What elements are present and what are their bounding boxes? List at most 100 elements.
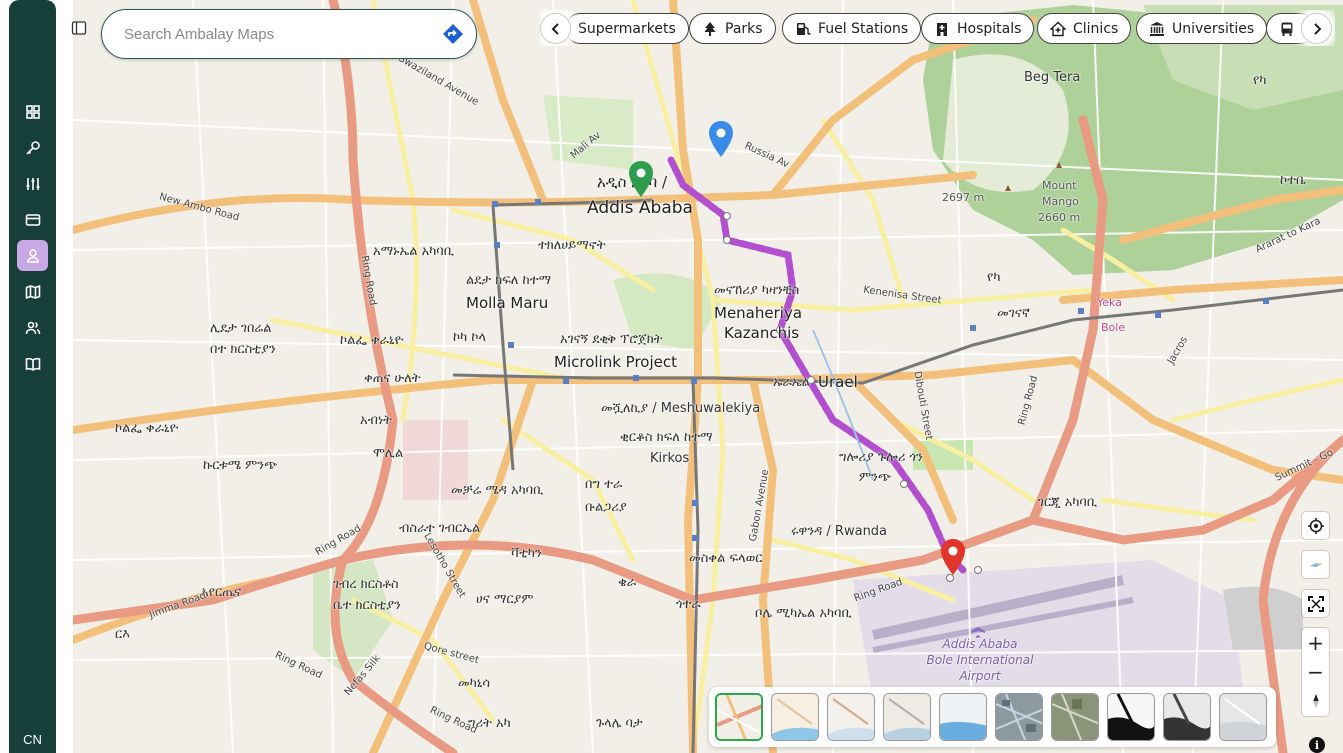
map-label-menged: ግሎሪያ ጉሎሪ ጎን — [839, 450, 923, 465]
map-label-yeka: Yeka — [1097, 296, 1122, 309]
map-label-mekanisa: መቻሬ ሜዳ አካባቢ — [451, 483, 544, 498]
layer-satellite-thumb — [996, 694, 1042, 740]
grid-icon — [25, 104, 40, 119]
sidebar-item-docs[interactable] — [17, 348, 48, 379]
map-label-mount: Mount — [1042, 179, 1077, 192]
map-label-ye: የካ — [1253, 73, 1267, 88]
map-label-amanuel: አማኑኤል አካባቢ — [373, 244, 454, 259]
layer-hybrid-thumb — [1052, 694, 1098, 740]
map-label-meskel: መስቀል ፍላወር — [689, 551, 763, 566]
map-label-molel: ሞሊል — [373, 446, 404, 461]
map-label-bole-michael: ቦሌ ሚካኤል አካባቢ — [755, 606, 852, 621]
layer-hybrid[interactable] — [1051, 693, 1099, 741]
map-label-kazanchis: Kazanchis — [724, 324, 800, 342]
attribution-info-button[interactable]: i — [1309, 737, 1325, 753]
layer-satellite[interactable] — [995, 693, 1043, 741]
map-label-menged2: ምንጭ — [859, 470, 892, 485]
reset-north-button[interactable] — [1302, 686, 1329, 715]
layer-minimal[interactable] — [1219, 693, 1267, 741]
sidebar-item-keys[interactable] — [17, 132, 48, 163]
map-label-koka: ኮካ ኮላ — [453, 330, 487, 345]
map-label-airport-3: Airport — [959, 669, 1001, 683]
chip-supermarkets[interactable]: Supermarkets — [565, 13, 689, 44]
sidebar-item-maps[interactable] — [17, 240, 48, 271]
map-label-menaheriya-am: መናኸሪያ ካዛንቺስ — [714, 283, 800, 298]
language-label[interactable]: CN — [9, 732, 56, 747]
map-label-elev-mango: 2660 m — [1038, 211, 1081, 224]
map-label-kera: ቄራ — [618, 575, 637, 590]
layer-standard[interactable] — [715, 693, 763, 741]
map-label-lideta: ሊደታ ገበሬል — [210, 321, 272, 336]
card-icon — [25, 213, 40, 226]
basemap-switcher — [709, 687, 1276, 747]
map-label-elev-peak: 2697 m — [942, 191, 985, 204]
layer-dark-gray[interactable] — [1163, 693, 1211, 741]
layer-pastel-thumb — [884, 694, 930, 740]
layer-dark[interactable] — [1107, 693, 1155, 741]
compass-button[interactable] — [1302, 551, 1329, 578]
map-label-urael: Urael — [818, 373, 858, 391]
map-icon — [25, 284, 40, 299]
chips-prev-button[interactable] — [540, 13, 571, 44]
sidebar-item-settings[interactable] — [17, 168, 48, 199]
sidebar-item-map[interactable] — [17, 276, 48, 307]
map-label-airport-1: Addis Ababa — [942, 637, 1018, 651]
airport-icon — [971, 621, 985, 638]
map-label-megenagna: መገናኛ — [997, 306, 1030, 321]
layer-dark-gray-thumb — [1164, 694, 1210, 740]
destination-marker-icon[interactable] — [939, 538, 967, 576]
chip-universities[interactable]: Universities — [1136, 13, 1268, 44]
layer-standard-thumb — [717, 695, 761, 739]
chip-supermarkets-label: Supermarkets — [578, 20, 676, 37]
fullscreen-icon — [1307, 595, 1324, 612]
sidebar-item-billing[interactable] — [17, 204, 48, 235]
map-label-kolfe: ኮልፌ ቀራኒዮ — [340, 333, 404, 348]
layer-grayscale[interactable] — [827, 693, 875, 741]
map-label-gofa: በግ ተራ — [585, 477, 623, 492]
search-input[interactable] — [122, 24, 442, 44]
layer-ocean-thumb — [940, 694, 986, 740]
compass-icon — [1309, 562, 1322, 567]
map-label-kolfe2: ኮልፌ ቀራኒዮ — [115, 421, 179, 436]
sidebar-item-dashboard[interactable] — [17, 96, 48, 127]
start-marker-icon[interactable] — [627, 160, 655, 198]
chip-clinics[interactable]: Clinics — [1037, 13, 1132, 44]
map-label-rwanda: ሩዋንዳ / Rwanda — [791, 524, 888, 539]
chip-hospitals[interactable]: Hospitals — [921, 13, 1035, 44]
chip-clinics-label: Clinics — [1073, 20, 1119, 37]
map-label-lideta-am: ልደታ ክፍለ ከተማ — [466, 273, 552, 288]
map-label-bank: ቤተ ክርስቲያን — [333, 598, 401, 613]
chips-next-button[interactable] — [1301, 13, 1332, 44]
app-sidebar: CN — [9, 0, 56, 753]
locate-button[interactable] — [1302, 512, 1329, 539]
poi-marker-icon[interactable] — [707, 120, 735, 158]
map-label-gerji: ገርጂ አካባቢ — [1038, 495, 1098, 510]
chip-parks[interactable]: Parks — [689, 13, 776, 44]
map-label-molla-maru: Molla Maru — [466, 294, 549, 312]
map-label-meketa2: መካኒሳ — [458, 676, 491, 691]
map-label-meketa: ሀና ማርያም — [476, 592, 534, 607]
category-bar: Supermarkets Parks Fuel Stations Hospita… — [540, 10, 1335, 46]
map-label-tulebata: ጉላሌ ባታ — [596, 716, 643, 731]
map-label-urael-am: ኡራኤል — [773, 375, 810, 390]
map-label-kotebe: ኮተቤ — [1280, 173, 1306, 188]
map-label-wichu: ቀጠና ሁለት — [364, 371, 421, 386]
map-label-ledeta3: ርእ — [115, 627, 130, 642]
chip-fuel-label: Fuel Stations — [818, 20, 909, 37]
layer-pastel[interactable] — [883, 693, 931, 741]
search-bar — [101, 9, 477, 59]
map-label-kirkos-am: ቂርቆስ ክፍለ ከተማ — [620, 430, 713, 445]
layer-ocean[interactable] — [939, 693, 987, 741]
map-base-layer — [73, 0, 1343, 753]
map-canvas[interactable]: አዲስ አበባ / Addis Ababa አማኑኤል አካባቢ ልደታ ክፍለ… — [73, 0, 1343, 753]
zoom-in-button[interactable]: + — [1302, 628, 1329, 657]
chip-fuel-stations[interactable]: Fuel Stations — [782, 13, 922, 44]
sidebar-item-users[interactable] — [17, 312, 48, 343]
directions-icon[interactable] — [442, 23, 464, 45]
panel-toggle-icon[interactable] — [71, 20, 87, 36]
map-label-tklhaimanot: ተክለሀይማኖት — [538, 238, 606, 253]
fuel-icon — [797, 22, 811, 35]
fullscreen-button[interactable] — [1302, 590, 1329, 617]
layer-light[interactable] — [771, 693, 819, 741]
zoom-out-button[interactable]: − — [1302, 657, 1329, 686]
